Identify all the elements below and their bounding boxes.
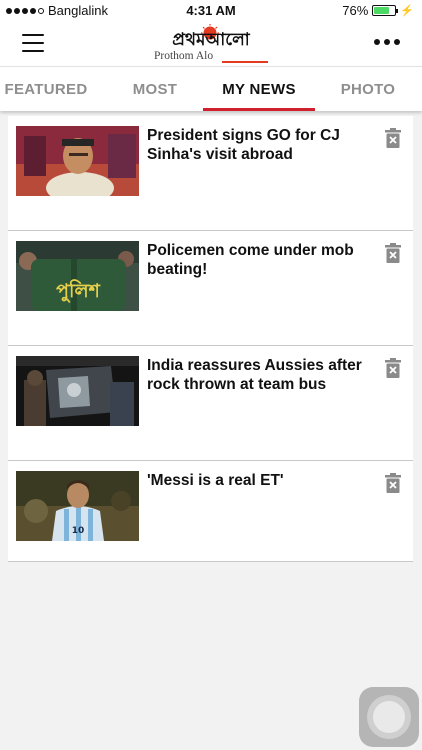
article-thumbnail[interactable]: 10 [16,471,139,541]
app-header: প্রথমআলো Prothom Alo [0,22,422,66]
thumb-caption-text: পুলিশ [56,279,100,303]
tab-bar: FEATURED MOST MY NEWS PHOTO [0,66,422,111]
charging-icon: ⚡ [400,5,414,17]
article-title[interactable]: President signs GO for CJ Sinha's visit … [147,126,372,164]
status-bar: Banglalink 4:31 AM 76% ⚡ [0,0,422,22]
trash-icon[interactable] [385,358,401,378]
assistive-touch-button[interactable] [359,687,419,747]
article-title[interactable]: Policemen come under mob beating! [147,241,372,279]
battery-percent: 76% [342,3,369,18]
thumb-jersey-number: 10 [72,526,85,536]
tab-my-news[interactable]: MY NEWS [203,67,315,111]
trash-icon[interactable] [385,473,401,493]
active-tab-indicator [203,108,315,111]
tab-featured[interactable]: FEATURED [0,67,102,111]
article-title[interactable]: India reassures Aussies after rock throw… [147,356,372,394]
article-thumbnail[interactable]: পুলিশ [16,241,139,311]
news-item[interactable]: 10 'Messi is a real ET' [8,461,413,562]
battery-icon [372,5,399,16]
tab-most[interactable]: MOST [105,67,205,111]
trash-icon[interactable] [385,128,401,148]
more-dots-icon[interactable] [374,39,400,45]
news-item[interactable]: India reassures Aussies after rock throw… [8,346,413,461]
article-title[interactable]: 'Messi is a real ET' [147,471,372,490]
logo-bangla-text: প্রথমআলো [172,30,250,50]
logo-english-text: Prothom Alo [154,50,213,62]
news-item[interactable]: পুলিশ Policemen come under mob beating! [8,231,413,346]
tab-photo[interactable]: PHOTO [318,67,418,111]
battery-group: 76% ⚡ [342,3,414,18]
hamburger-menu-icon[interactable] [22,34,44,52]
article-thumbnail[interactable] [16,126,139,196]
trash-icon[interactable] [385,243,401,263]
my-news-list: President signs GO for CJ Sinha's visit … [8,116,413,562]
prothom-alo-logo: প্রথমআলো Prothom Alo [154,24,268,63]
news-item[interactable]: President signs GO for CJ Sinha's visit … [8,116,413,231]
article-thumbnail[interactable] [16,356,139,426]
